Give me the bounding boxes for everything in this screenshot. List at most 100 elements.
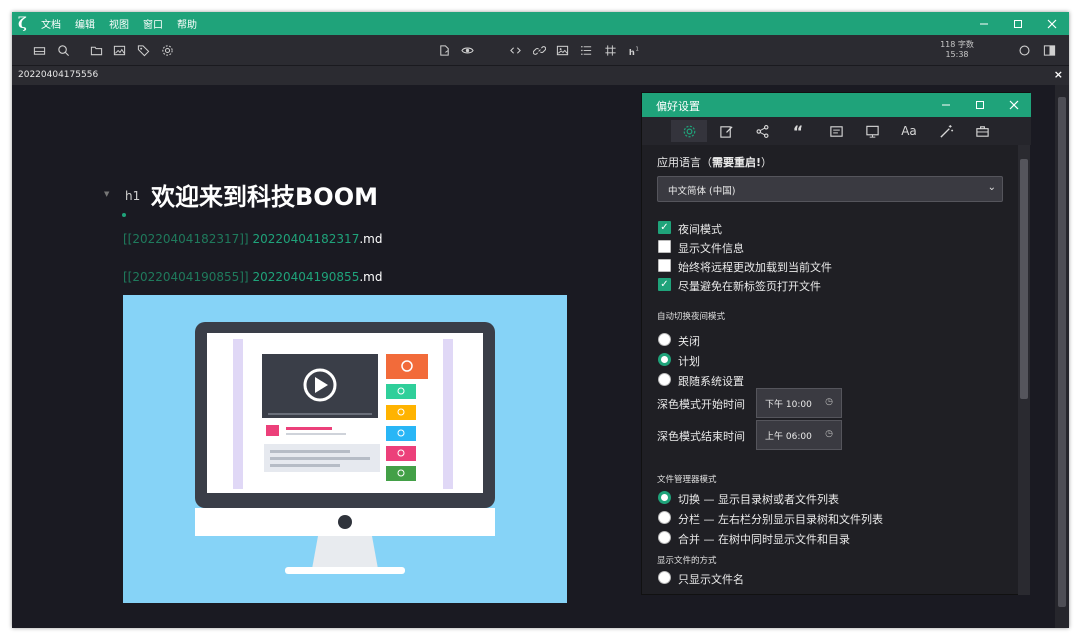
tab-citations[interactable]: “ [780,120,816,142]
night-mode-checkbox[interactable]: ✓ [658,221,671,234]
minimize-button[interactable] [967,12,1001,35]
show-file-info-checkbox[interactable] [658,240,671,253]
clock-icon: ◷ [825,429,833,439]
clock-icon: ◷ [825,397,833,407]
code-button[interactable] [506,41,524,59]
language-select[interactable]: 中文简体 (中国) ⌄ [657,176,1003,202]
preferences-scrollbar[interactable] [1018,145,1030,595]
tab-zettelkasten[interactable] [818,120,854,142]
dark-end-time-input[interactable]: 上午 06:00 ◷ [756,420,842,450]
internal-link-2[interactable]: [[20220404190855]] 20220404190855.md [123,270,382,284]
open-folder-button[interactable] [87,41,105,59]
heading-level-tag: h1 [125,189,141,203]
list-button[interactable] [577,41,595,59]
dialog-close-button[interactable] [1000,93,1028,117]
image-button[interactable] [110,41,128,59]
language-selected-value: 中文简体 (中国) [668,186,736,197]
file-manager-combined-radio[interactable] [658,531,671,544]
auto-night-off-radio[interactable] [658,333,671,346]
document-icon [829,125,843,137]
auto-night-system-radio[interactable] [658,373,671,386]
link-button[interactable] [530,41,548,59]
clock-text: 15:38 [945,50,969,59]
link-target[interactable]: 20220404190855 [249,270,359,284]
dialog-maximize-button[interactable] [966,93,994,117]
monitor-icon [865,125,879,138]
maximize-button[interactable] [1001,12,1035,35]
close-icon [1009,100,1019,110]
fold-arrow-icon[interactable]: ▼ [104,190,109,198]
editor-scrollbar-thumb[interactable] [1058,97,1066,607]
maximize-icon [1014,19,1022,28]
language-label: 应用语言（需要重启!） [657,156,773,169]
document-tab[interactable]: 20220404175556 [18,70,98,80]
link-extension: .md [359,270,383,284]
file-manager-expanded-radio[interactable] [658,511,671,524]
word-count-text: 118 字数 [940,40,974,49]
preview-button[interactable] [458,41,476,59]
pomodoro-button[interactable] [1015,41,1033,59]
preferences-scrollbar-thumb[interactable] [1020,159,1028,399]
display-files-title: 显示文件的方式 [657,556,717,566]
embedded-image [123,295,567,603]
menu-help[interactable]: 帮助 [177,16,197,31]
app-window: ζ 文档 编辑 视图 窗口 帮助 h 1 118 字数 15:38 202204… [12,12,1069,628]
dark-start-time-input[interactable]: 下午 10:00 ◷ [756,388,842,418]
insert-image-button[interactable] [553,41,571,59]
split-view-icon [1043,44,1055,56]
preferences-dialog: 偏好设置 “ Aa 应用语言（需要重启!） 中文简体 (中国) ⌄ ✓ 夜间模式… [641,92,1031,595]
minimize-icon [942,104,950,106]
menu-file[interactable]: 文档 [41,16,61,31]
editor-scrollbar[interactable] [1055,85,1069,628]
display-filename-only-radio[interactable] [658,571,671,584]
menu-view[interactable]: 视图 [109,16,129,31]
tab-export[interactable] [744,120,780,142]
dialog-minimize-button[interactable] [932,93,960,117]
avoid-new-tabs-checkbox[interactable]: ✓ [658,278,671,291]
table-button[interactable] [601,41,619,59]
internal-link-1[interactable]: [[20220404182317]] 20220404182317.md [123,232,382,246]
heading-button[interactable]: h1 [625,41,643,59]
toolbar: h1 118 字数 15:38 [12,35,1069,65]
tab-display[interactable] [854,120,890,142]
menu-edit[interactable]: 编辑 [75,16,95,31]
document-tab-bar: 20220404175556 × [12,65,1069,85]
link-brackets: [[20220404190855]] [123,270,249,284]
load-remote-changes-checkbox[interactable] [658,259,671,272]
file-manager-thin-label: 切换 — 显示目录树或者文件列表 [678,493,839,506]
link-brackets: [[20220404182317]] [123,232,249,246]
settings-button[interactable] [158,41,176,59]
link-target[interactable]: 20220404182317 [249,232,359,246]
dark-end-time-value: 上午 06:00 [765,432,812,442]
dark-start-label: 深色模式开始时间 [657,398,745,411]
edit-icon [719,125,733,138]
list-icon [580,45,591,55]
tab-advanced[interactable] [964,120,1000,142]
picture-icon [556,45,568,55]
maximize-icon [976,101,984,109]
dialog-title: 偏好设置 [656,100,700,113]
hashtag-icon [604,44,616,56]
close-button[interactable] [1035,12,1069,35]
sidebar-right-button[interactable] [1040,41,1058,59]
avoid-new-tabs-label: 尽量避免在新标签页打开文件 [678,280,821,293]
tab-spellcheck[interactable]: Aa [891,120,927,142]
preferences-tabs: “ Aa [642,117,1031,145]
svg-text:1: 1 [635,46,639,52]
display-filename-only-label: 只显示文件名 [678,573,744,586]
sidebar-toggle-button[interactable] [30,41,48,59]
tab-editor[interactable] [708,120,744,142]
tab-autocorrect[interactable] [928,120,964,142]
menu-window[interactable]: 窗口 [143,16,163,31]
dark-end-label: 深色模式结束时间 [657,430,745,443]
auto-night-schedule-radio[interactable] [658,353,671,366]
export-button[interactable] [435,41,453,59]
tags-button[interactable] [134,41,152,59]
tab-general[interactable] [671,120,707,142]
drive-icon [33,46,45,55]
export-icon [439,44,449,56]
image-icon [113,45,125,55]
search-button[interactable] [54,41,72,59]
tab-close-button[interactable]: × [1054,68,1063,81]
file-manager-thin-radio[interactable] [658,491,671,504]
